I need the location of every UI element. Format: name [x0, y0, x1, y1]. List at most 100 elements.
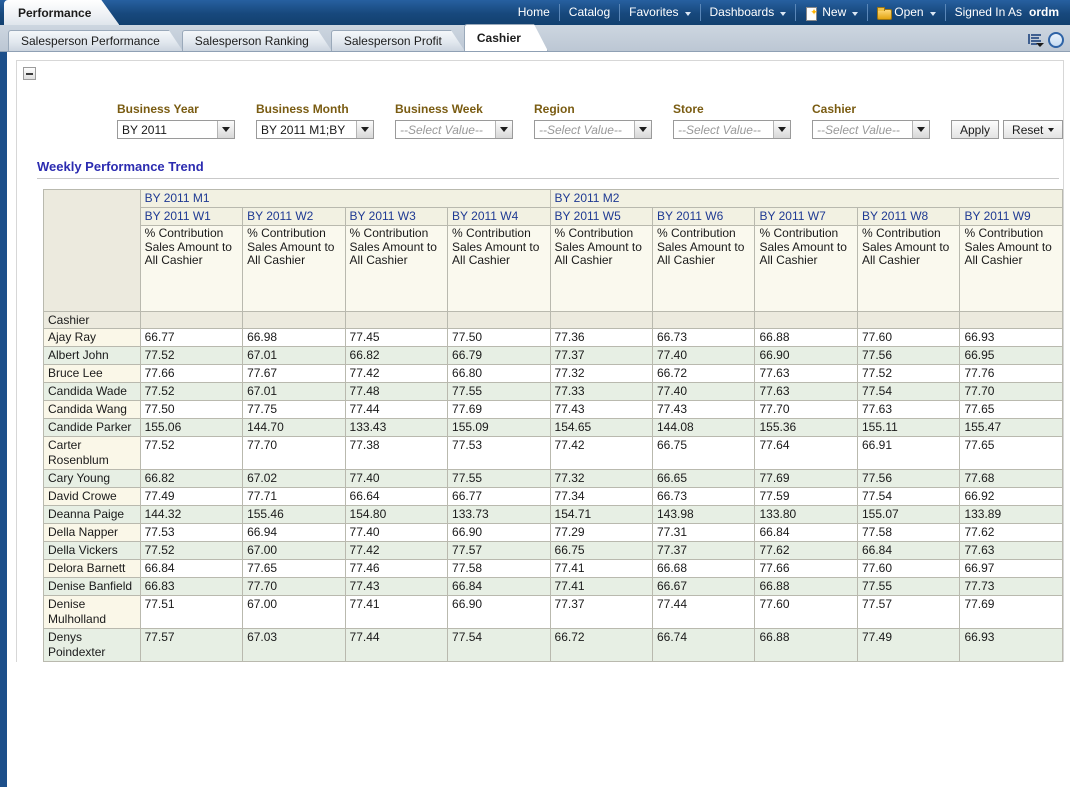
cashier-name-cell[interactable]: Denys Poindexter: [44, 629, 141, 662]
week-column-header[interactable]: BY 2011 W2: [243, 208, 345, 226]
row-dimension-header-row: Cashier: [44, 312, 1063, 329]
metric-value-cell: 77.40: [653, 347, 755, 365]
nav-catalog-label: Catalog: [569, 4, 610, 21]
metric-value-cell: 77.50: [140, 401, 242, 419]
measure-column-header[interactable]: % Contribution Sales Amount to All Cashi…: [345, 226, 447, 312]
metric-value-cell: 155.06: [140, 419, 242, 437]
table-row: Della Napper77.5366.9477.4066.9077.2977.…: [44, 524, 1063, 542]
cashier-name-cell[interactable]: David Crowe: [44, 488, 141, 506]
region-value: --Select Value--: [539, 123, 634, 137]
measure-column-header[interactable]: % Contribution Sales Amount to All Cashi…: [960, 226, 1063, 312]
measure-column-header[interactable]: % Contribution Sales Amount to All Cashi…: [857, 226, 959, 312]
apply-button[interactable]: Apply: [951, 120, 999, 139]
measure-column-header[interactable]: % Contribution Sales Amount to All Cashi…: [550, 226, 652, 312]
nav-catalog[interactable]: Catalog: [560, 4, 620, 21]
pivot-header: BY 2011 M1BY 2011 M2 BY 2011 W1BY 2011 W…: [44, 190, 1063, 329]
metric-value-cell: 77.34: [550, 488, 652, 506]
cashier-name-cell[interactable]: Denise Banfield: [44, 578, 141, 596]
measure-column-header[interactable]: % Contribution Sales Amount to All Cashi…: [140, 226, 242, 312]
metric-value-cell: 154.71: [550, 506, 652, 524]
month-group-header[interactable]: BY 2011 M2: [550, 190, 1062, 208]
metric-value-cell: 77.58: [857, 524, 959, 542]
cashier-name-cell[interactable]: Deanna Paige: [44, 506, 141, 524]
metric-value-cell: 66.74: [653, 629, 755, 662]
week-column-header[interactable]: BY 2011 W6: [653, 208, 755, 226]
open-folder-icon: [877, 7, 890, 19]
measure-column-header[interactable]: % Contribution Sales Amount to All Cashi…: [755, 226, 857, 312]
measure-column-header[interactable]: % Contribution Sales Amount to All Cashi…: [448, 226, 550, 312]
metric-value-cell: 77.40: [345, 524, 447, 542]
tab-cashier[interactable]: Cashier: [464, 24, 548, 51]
nav-open[interactable]: Open: [868, 4, 945, 21]
tab-salesperson-performance[interactable]: Salesperson Performance: [8, 30, 183, 51]
metric-value-cell: 66.64: [345, 488, 447, 506]
cashier-dropdown[interactable]: --Select Value--: [812, 120, 930, 139]
metric-value-cell: 77.70: [755, 401, 857, 419]
cashier-name-cell[interactable]: Albert John: [44, 347, 141, 365]
tab-salesperson-ranking[interactable]: Salesperson Ranking: [182, 30, 332, 51]
week-column-header[interactable]: BY 2011 W3: [345, 208, 447, 226]
chevron-down-icon[interactable]: [634, 121, 651, 138]
tab-salesperson-profit[interactable]: Salesperson Profit: [331, 30, 465, 51]
metric-value-cell: 77.37: [550, 347, 652, 365]
reset-button[interactable]: Reset: [1003, 120, 1063, 139]
cashier-name-cell[interactable]: Cary Young: [44, 470, 141, 488]
metric-value-cell: 77.64: [755, 437, 857, 470]
nav-home[interactable]: Home: [509, 4, 560, 21]
cashier-name-cell[interactable]: Delora Barnett: [44, 560, 141, 578]
chevron-down-icon[interactable]: [495, 121, 512, 138]
month-group-row: BY 2011 M1BY 2011 M2: [44, 190, 1063, 208]
page-options-toolbar: [1028, 32, 1064, 48]
chevron-down-icon[interactable]: [217, 121, 234, 138]
dashboard-name-tab[interactable]: Performance: [4, 0, 119, 25]
metric-value-cell: 77.55: [857, 578, 959, 596]
header-spacer-cell: [653, 312, 755, 329]
region-dropdown[interactable]: --Select Value--: [534, 120, 652, 139]
nav-favorites[interactable]: Favorites: [620, 4, 700, 21]
week-column-header[interactable]: BY 2011 W9: [960, 208, 1063, 226]
header-spacer-cell: [243, 312, 345, 329]
metric-value-cell: 66.80: [448, 365, 550, 383]
tab-label: Cashier: [477, 31, 521, 45]
cashier-name-cell[interactable]: Candida Wang: [44, 401, 141, 419]
reset-label: Reset: [1012, 123, 1043, 137]
page-options-icon[interactable]: [1028, 33, 1043, 47]
chevron-down-icon[interactable]: [356, 121, 373, 138]
store-dropdown[interactable]: --Select Value--: [673, 120, 791, 139]
metric-value-cell: 77.71: [243, 488, 345, 506]
cashier-name-cell[interactable]: Carter Rosenblum: [44, 437, 141, 470]
cashier-name-cell[interactable]: Ajay Ray: [44, 329, 141, 347]
metric-value-cell: 77.42: [345, 365, 447, 383]
measure-column-header[interactable]: % Contribution Sales Amount to All Cashi…: [243, 226, 345, 312]
help-icon[interactable]: [1048, 32, 1064, 48]
prompt-business-month: Business Month BY 2011 M1;BY: [256, 102, 374, 139]
week-column-header[interactable]: BY 2011 W8: [857, 208, 959, 226]
table-row: Candide Parker155.06144.70133.43155.0915…: [44, 419, 1063, 437]
collapse-section-icon[interactable]: [23, 67, 36, 80]
cashier-name-cell[interactable]: Candida Wade: [44, 383, 141, 401]
week-column-header[interactable]: BY 2011 W5: [550, 208, 652, 226]
cashier-name-cell[interactable]: Bruce Lee: [44, 365, 141, 383]
cashier-name-cell[interactable]: Denise Mulholland: [44, 596, 141, 629]
business-year-dropdown[interactable]: BY 2011: [117, 120, 235, 139]
month-group-header[interactable]: BY 2011 M1: [140, 190, 550, 208]
week-column-header[interactable]: BY 2011 W4: [448, 208, 550, 226]
nav-dashboards[interactable]: Dashboards: [701, 4, 797, 21]
measure-column-header[interactable]: % Contribution Sales Amount to All Cashi…: [653, 226, 755, 312]
business-month-dropdown[interactable]: BY 2011 M1;BY: [256, 120, 374, 139]
cashier-name-cell[interactable]: Della Napper: [44, 524, 141, 542]
row-dimension-header[interactable]: Cashier: [44, 312, 141, 329]
nav-new[interactable]: New: [796, 4, 868, 21]
business-week-dropdown[interactable]: --Select Value--: [395, 120, 513, 139]
chevron-down-icon[interactable]: [912, 121, 929, 138]
signed-in-as[interactable]: Signed In As ordm: [946, 4, 1068, 21]
metric-value-cell: 77.43: [550, 401, 652, 419]
cashier-name-cell[interactable]: Candide Parker: [44, 419, 141, 437]
week-column-header[interactable]: BY 2011 W1: [140, 208, 242, 226]
week-column-header[interactable]: BY 2011 W7: [755, 208, 857, 226]
metric-value-cell: 67.01: [243, 347, 345, 365]
cashier-name-cell[interactable]: Della Vickers: [44, 542, 141, 560]
metric-value-cell: 77.63: [857, 401, 959, 419]
metric-value-cell: 66.88: [755, 629, 857, 662]
chevron-down-icon[interactable]: [773, 121, 790, 138]
